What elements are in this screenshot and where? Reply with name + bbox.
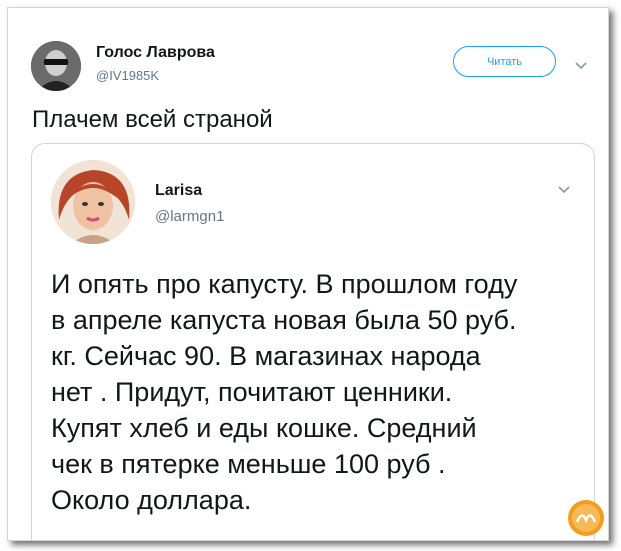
quoted-tweet[interactable]: Larisa @larmgn1 И опять про капусту. В п… xyxy=(31,143,595,540)
logo-watermark-icon xyxy=(566,498,606,538)
quoted-text-line: кг. Сейчас 90. В магазинах народа xyxy=(51,341,481,371)
tweet-card: Голос Лаврова @IV1985K Читать Плачем все… xyxy=(7,7,609,541)
chevron-down-icon[interactable] xyxy=(574,58,588,70)
chevron-down-icon[interactable] xyxy=(557,182,571,194)
quoted-text-line: нет . Придут, почитают ценники. xyxy=(51,377,453,407)
author-avatar[interactable] xyxy=(31,41,81,91)
follow-button[interactable]: Читать xyxy=(453,46,556,77)
quoted-author-name[interactable]: Larisa xyxy=(155,182,202,200)
quoted-text-line: И опять про капусту. В прошлом году xyxy=(51,269,518,299)
quoted-text-line: Купят хлеб и еды кошке. Средний xyxy=(51,413,477,443)
quoted-text-line: чек в пятерке меньше 100 руб . xyxy=(51,449,446,479)
author-name[interactable]: Голос Лаврова xyxy=(96,44,215,62)
quoted-author-avatar[interactable] xyxy=(51,160,135,244)
quoted-text-line: Около доллара. xyxy=(51,485,252,515)
tweet-text: Плачем всей страной xyxy=(32,106,273,133)
quoted-author-handle[interactable]: @larmgn1 xyxy=(155,208,224,225)
quoted-tweet-text: И опять про капусту. В прошлом году в ап… xyxy=(51,266,581,518)
quoted-text-line: в апреле капуста новая была 50 руб. xyxy=(51,305,517,335)
author-handle[interactable]: @IV1985K xyxy=(96,68,159,83)
